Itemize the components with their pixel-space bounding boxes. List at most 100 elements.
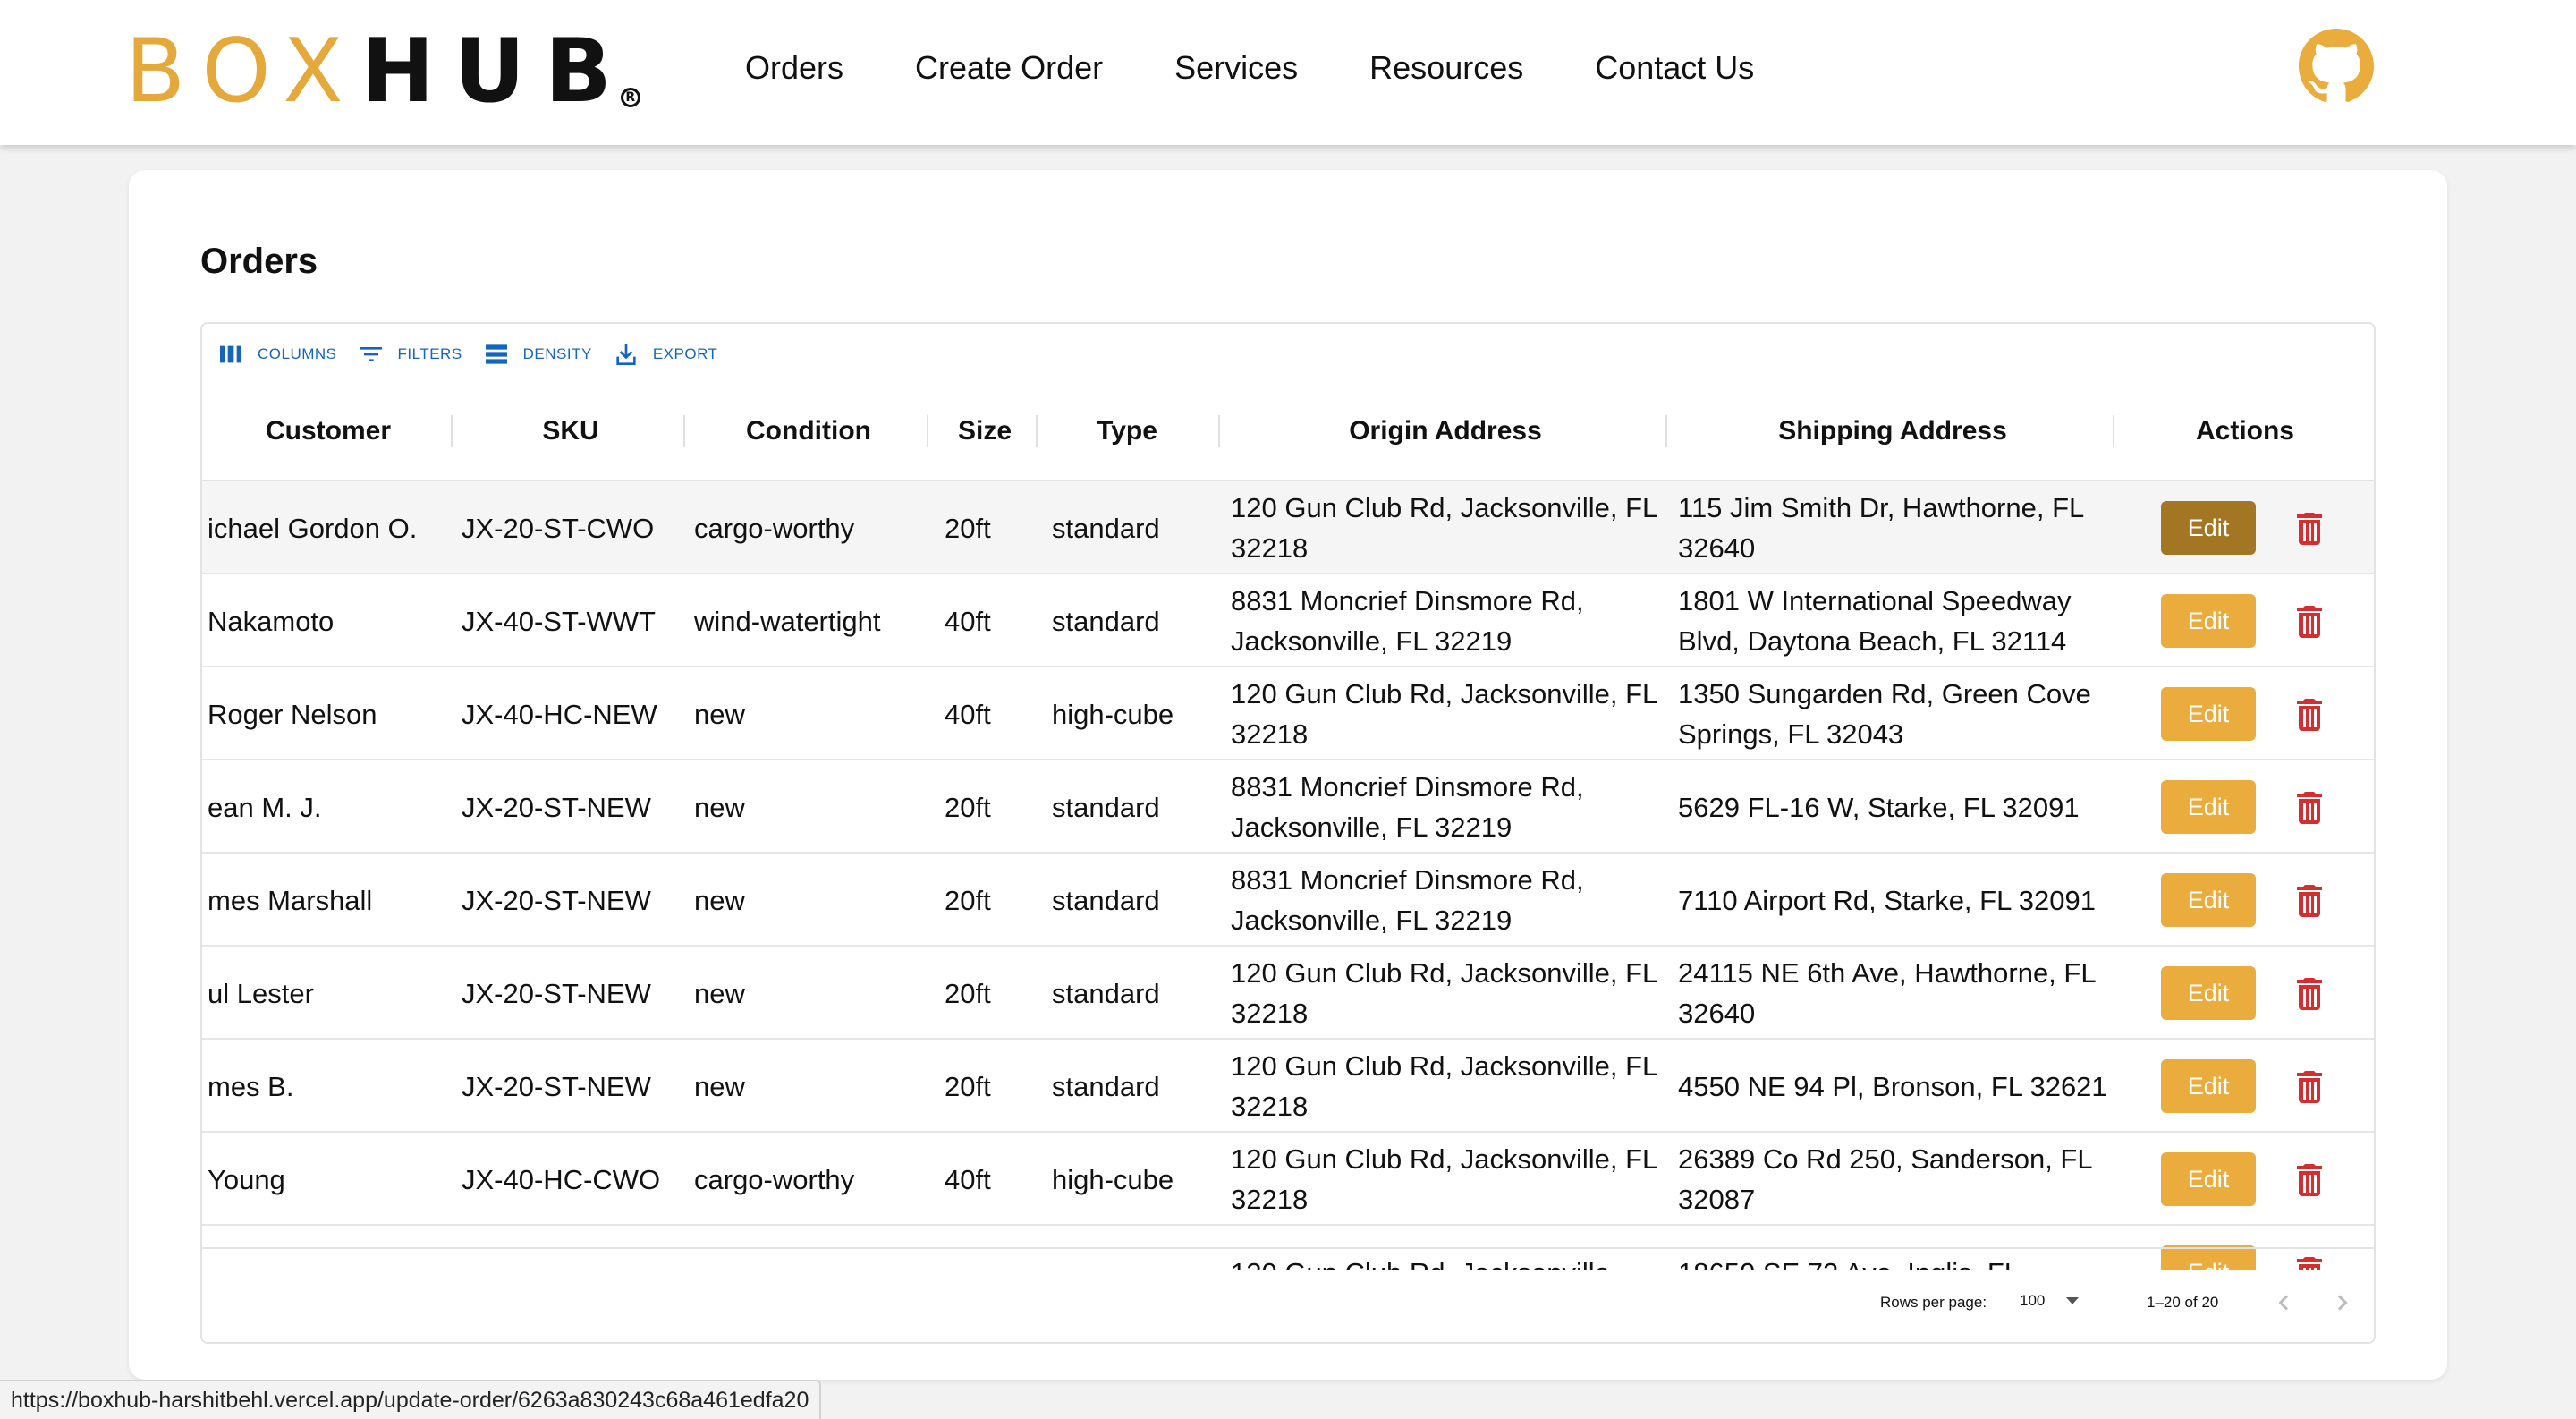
header-type[interactable]: Type	[1039, 381, 1215, 481]
header-condition[interactable]: Condition	[687, 381, 930, 481]
trash-icon[interactable]	[2288, 972, 2331, 1016]
cell-customer: Young	[208, 1163, 285, 1195]
nav-contact-us[interactable]: Contact Us	[1595, 48, 1754, 88]
cell-condition: new	[694, 791, 745, 823]
density-label: DENSITY	[522, 345, 592, 362]
edit-button[interactable]: Edit	[2161, 687, 2256, 741]
export-button[interactable]: EXPORT	[612, 340, 718, 369]
page-title: Orders	[200, 242, 318, 281]
nav-resources[interactable]: Resources	[1369, 48, 1523, 88]
column-separator[interactable]	[1036, 415, 1038, 447]
cell-customer: ichael Gordon O.	[208, 512, 418, 544]
cell-origin-address: 120 Gun Club Rd, Jacksonville, FL 32218	[1231, 1143, 1657, 1215]
nav-services[interactable]: Services	[1174, 48, 1298, 88]
trash-icon[interactable]	[2288, 879, 2331, 923]
cell-size: 20ft	[945, 791, 991, 823]
trash-icon[interactable]	[2288, 786, 2331, 830]
chevron-down-icon[interactable]	[2066, 1297, 2079, 1304]
cell-origin-address: 8831 Moncrief Dinsmore Rd, Jacksonville,…	[1231, 771, 1584, 843]
table-row[interactable]: Roger Nelson JX-40-HC-NEW new 40ft high-cube…	[202, 667, 2374, 760]
cell-size: 40ft	[945, 698, 991, 730]
header-origin-address[interactable]: Origin Address	[1222, 381, 1669, 481]
nav-create-order[interactable]: Create Order	[915, 48, 1103, 88]
column-separator[interactable]	[683, 415, 685, 447]
cell-type: standard	[1052, 605, 1160, 637]
edit-button[interactable]: Edit	[2161, 966, 2256, 1020]
cell-origin-address: 120 Gun Club Rd, Jacksonville, FL 32218	[1231, 492, 1657, 564]
edit-button[interactable]: Edit	[2161, 1245, 2256, 1270]
table-row[interactable]: Young JX-40-HC-CWO cargo-worthy 40ft high-cu…	[202, 1133, 2374, 1226]
header-shipping-address[interactable]: Shipping Address	[1669, 381, 2116, 481]
edit-button[interactable]: Edit	[2161, 501, 2256, 555]
column-separator[interactable]	[451, 415, 453, 447]
edit-button[interactable]: Edit	[2161, 1059, 2256, 1113]
table-row[interactable]: Nakamoto JX-40-ST-WWT wind-watertight 40ft s…	[202, 574, 2374, 667]
cell-type: standard	[1052, 791, 1160, 823]
density-icon	[485, 344, 507, 364]
filters-button[interactable]: FILTERS	[357, 340, 462, 369]
cell-shipping-address: 5629 FL-16 W, Starke, FL 32091	[1678, 791, 2080, 823]
cell-origin-address: 120 Gun Club Rd, Jacksonville, FL 32218	[1231, 678, 1657, 750]
logo-hub-text: HUB	[360, 21, 631, 123]
cell-sku: JX-20-ST-NEW	[462, 791, 651, 823]
cell-shipping-address: 1350 Sungarden Rd, Green Cove Springs, F…	[1678, 678, 2091, 750]
main-nav: Orders Create Order Services Resources C…	[745, 48, 1754, 88]
header-customer[interactable]: Customer	[202, 381, 454, 481]
boxhub-logo[interactable]: BOX HUB R	[125, 27, 640, 116]
column-separator[interactable]	[1665, 415, 1667, 447]
cell-origin-address: 8831 Moncrief Dinsmore Rd, Jacksonville,…	[1231, 864, 1584, 936]
trash-icon[interactable]	[2288, 693, 2331, 737]
edit-button[interactable]: Edit	[2161, 1152, 2256, 1206]
cell-size: 20ft	[945, 1070, 991, 1102]
header-sku[interactable]: SKU	[454, 381, 687, 481]
edit-button[interactable]: Edit	[2161, 594, 2256, 648]
orders-card: Orders COLUMNS FILTERS DENSITY EXPORT Cu…	[129, 170, 2447, 1380]
cell-customer: ul Lester	[208, 977, 314, 1009]
cell-size: 40ft	[945, 605, 991, 637]
density-button[interactable]: DENSITY	[482, 340, 592, 369]
chevron-right-icon[interactable]	[2326, 1287, 2358, 1319]
header-size[interactable]: Size	[930, 381, 1039, 481]
column-separator[interactable]	[2113, 415, 2114, 447]
table-row[interactable]: ul Lester JX-20-ST-NEW new 20ft standard 120 …	[202, 947, 2374, 1040]
cell-sku: JX-40-HC-NEW	[462, 698, 657, 730]
cell-customer: mes B.	[208, 1070, 294, 1102]
columns-button[interactable]: COLUMNS	[216, 340, 337, 369]
edit-button[interactable]: Edit	[2161, 780, 2256, 834]
trash-icon[interactable]	[2288, 599, 2331, 644]
rows-per-page-select[interactable]: 100	[2020, 1292, 2045, 1310]
cell-condition: wind-watertight	[694, 605, 881, 637]
edit-button[interactable]: Edit	[2161, 873, 2256, 927]
cell-customer: ean M. J.	[208, 791, 322, 823]
trash-icon[interactable]	[2288, 1158, 2331, 1202]
cell-origin-address: 8831 Moncrief Dinsmore Rd, Jacksonville,…	[1231, 585, 1584, 657]
trash-icon[interactable]	[2288, 1065, 2331, 1109]
cell-type: standard	[1052, 977, 1160, 1009]
nav-orders[interactable]: Orders	[745, 48, 843, 88]
cell-origin-address: 120 Gun Club Rd, Jacksonville, FL 32218	[1231, 957, 1657, 1029]
status-bar-url: https://boxhub-harshitbehl.vercel.app/up…	[0, 1380, 822, 1419]
chevron-left-icon[interactable]	[2268, 1287, 2301, 1319]
columns-label: COLUMNS	[258, 345, 337, 362]
trash-icon[interactable]	[2288, 1251, 2331, 1270]
column-separator[interactable]	[927, 415, 928, 447]
table-header: Customer SKU Condition Size Type Origin …	[202, 381, 2374, 481]
cell-size: 20ft	[945, 977, 991, 1009]
table-row[interactable]: ean M. J. JX-20-ST-NEW new 20ft standard 8831…	[202, 760, 2374, 854]
trash-icon[interactable]	[2288, 506, 2331, 551]
table-row[interactable]: mes Marshall JX-20-ST-NEW new 20ft standard 8…	[202, 854, 2374, 947]
table-row[interactable]: mes B. JX-20-ST-NEW new 20ft standard 120 Gun…	[202, 1040, 2374, 1133]
github-icon[interactable]	[2299, 29, 2374, 104]
cell-customer: Nakamoto	[208, 605, 335, 637]
table-row[interactable]: ichael Gordon O. JX-20-ST-CWO cargo-worthy…	[202, 481, 2374, 574]
cell-condition: new	[694, 698, 745, 730]
cell-shipping-address: 26389 Co Rd 250, Sanderson, FL 32087	[1678, 1143, 2092, 1215]
cell-shipping-address: 24115 NE 6th Ave, Hawthorne, FL 32640	[1678, 957, 2096, 1029]
top-header: BOX HUB R Orders Create Order Services Res…	[0, 0, 2576, 145]
cell-shipping-address: 7110 Airport Rd, Starke, FL 32091	[1678, 884, 2096, 916]
cell-sku: JX-20-ST-NEW	[462, 884, 651, 916]
page-range: 1–20 of 20	[2147, 1294, 2219, 1311]
cell-sku: JX-40-ST-WWT	[462, 605, 656, 637]
column-separator[interactable]	[1218, 415, 1220, 447]
cell-type: standard	[1052, 1070, 1160, 1102]
